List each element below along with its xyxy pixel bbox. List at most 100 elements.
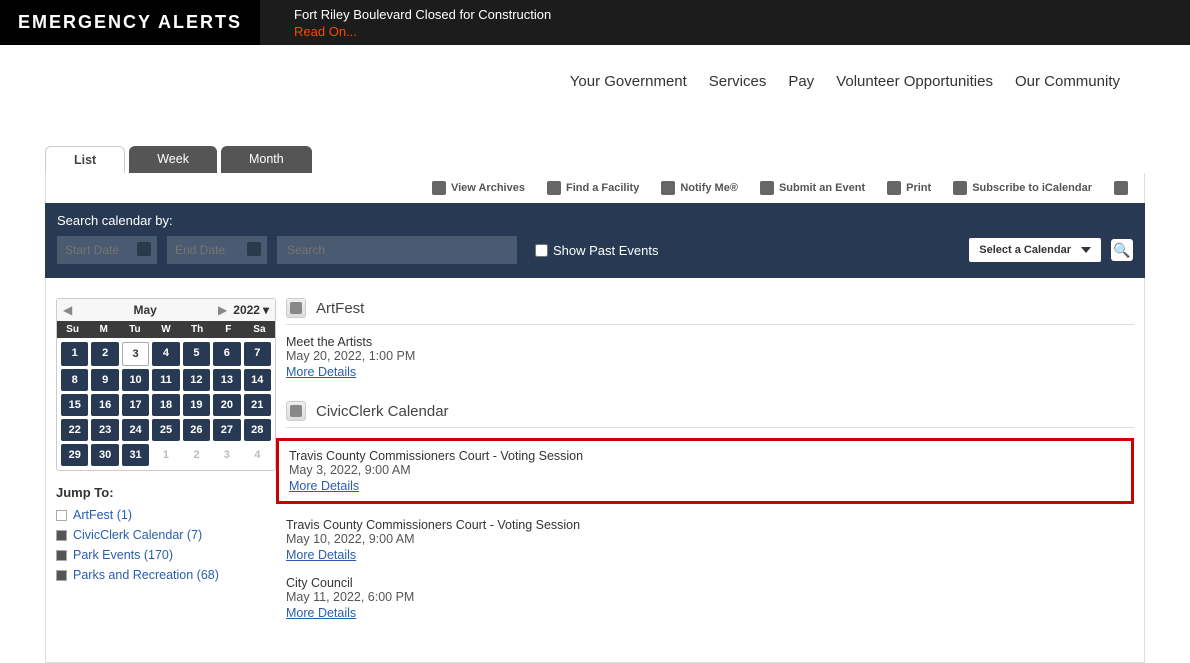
calendar-day[interactable]: 9 xyxy=(91,369,118,391)
nav-services[interactable]: Services xyxy=(709,73,767,90)
dow-cell: Su xyxy=(57,321,88,338)
calendar-day[interactable]: 31 xyxy=(122,444,149,466)
calendar-day[interactable]: 17 xyxy=(122,394,149,416)
category-title: CivicClerk Calendar xyxy=(316,403,449,420)
calendar-day[interactable]: 8 xyxy=(61,369,88,391)
prev-month-button[interactable]: ◀ xyxy=(63,303,72,317)
calendar-day[interactable]: 24 xyxy=(122,419,149,441)
jump-item-label: Parks and Recreation (68) xyxy=(73,568,219,582)
calendar-category-icon xyxy=(286,401,306,421)
show-past-events-checkbox[interactable]: Show Past Events xyxy=(535,243,659,258)
start-date-input[interactable] xyxy=(57,236,157,264)
event-title[interactable]: Travis County Commissioners Court - Voti… xyxy=(286,518,1134,532)
calendar-day[interactable]: 26 xyxy=(183,419,210,441)
search-panel: Search calendar by: Show Past Events Sel… xyxy=(45,203,1145,278)
emergency-alert-bar: EMERGENCY ALERTS Fort Riley Boulevard Cl… xyxy=(0,0,1190,45)
event-title[interactable]: Meet the Artists xyxy=(286,335,1134,349)
calendar-day-other-month: 3 xyxy=(213,444,240,466)
calendar-day[interactable]: 10 xyxy=(122,369,149,391)
event-item: City CouncilMay 11, 2022, 6:00 PM More De… xyxy=(286,576,1134,620)
calendar-day[interactable]: 28 xyxy=(244,419,271,441)
dow-cell: Th xyxy=(182,321,213,338)
calendar-day[interactable]: 23 xyxy=(91,419,118,441)
more-details-link[interactable]: More Details xyxy=(286,606,356,620)
event-title[interactable]: City Council xyxy=(286,576,1134,590)
calendar-day[interactable]: 30 xyxy=(91,444,118,466)
calendar-day[interactable]: 20 xyxy=(213,394,240,416)
nav-your-government[interactable]: Your Government xyxy=(570,73,687,90)
mini-calendar: ◀ May ▶ 2022 ▾ SuMTuWThFSa 1234567891011… xyxy=(56,298,276,471)
dow-cell: Sa xyxy=(244,321,275,338)
year-dropdown[interactable]: 2022 ▾ xyxy=(233,303,269,317)
category-title: ArtFest xyxy=(316,300,364,317)
show-past-checkbox[interactable] xyxy=(535,244,548,257)
jump-checkbox-icon xyxy=(56,530,67,541)
calendar-day[interactable]: 22 xyxy=(61,419,88,441)
select-calendar-dropdown[interactable]: Select a Calendar xyxy=(969,238,1101,262)
find-facility-link[interactable]: Find a Facility xyxy=(547,181,639,195)
calendar-day[interactable]: 11 xyxy=(152,369,179,391)
calendar-day[interactable]: 21 xyxy=(244,394,271,416)
event-datetime: May 11, 2022, 6:00 PM xyxy=(286,590,1134,604)
next-month-button[interactable]: ▶ xyxy=(218,303,227,317)
nav-pay[interactable]: Pay xyxy=(788,73,814,90)
calendar-day[interactable]: 5 xyxy=(183,342,210,366)
search-button[interactable] xyxy=(1111,239,1133,261)
dow-cell: F xyxy=(213,321,244,338)
more-details-link[interactable]: More Details xyxy=(286,365,356,379)
view-archives-link[interactable]: View Archives xyxy=(432,181,525,195)
category-block: ArtFestMeet the ArtistsMay 20, 2022, 1:0… xyxy=(286,298,1134,379)
dow-cell: W xyxy=(150,321,181,338)
jump-to-item[interactable]: CivicClerk Calendar (7) xyxy=(56,528,276,542)
mail-icon xyxy=(661,181,675,195)
calendar-day[interactable]: 18 xyxy=(152,394,179,416)
calendar-day[interactable]: 19 xyxy=(183,394,210,416)
calendar-day[interactable]: 25 xyxy=(152,419,179,441)
calendar-day[interactable]: 27 xyxy=(213,419,240,441)
printer-icon xyxy=(887,181,901,195)
notify-me-link[interactable]: Notify Me® xyxy=(661,181,738,195)
jump-checkbox-icon xyxy=(56,570,67,581)
end-date-input[interactable] xyxy=(167,236,267,264)
calendar-day[interactable]: 16 xyxy=(91,394,118,416)
alert-read-on-link[interactable]: Read On... xyxy=(294,24,551,39)
calendar-day[interactable]: 15 xyxy=(61,394,88,416)
event-item: Travis County Commissioners Court - Voti… xyxy=(286,518,1134,562)
jump-item-label: Park Events (170) xyxy=(73,548,173,562)
print-link[interactable]: Print xyxy=(887,181,931,195)
nav-volunteer[interactable]: Volunteer Opportunities xyxy=(836,73,993,90)
calendar-day[interactable]: 1 xyxy=(61,342,88,366)
tab-month[interactable]: Month xyxy=(221,146,312,173)
calendar-day[interactable]: 4 xyxy=(152,342,179,366)
jump-to-title: Jump To: xyxy=(56,485,276,500)
jump-to-section: Jump To: ArtFest (1) CivicClerk Calendar … xyxy=(56,485,276,582)
calendar-day-other-month: 2 xyxy=(183,444,210,466)
calendar-day[interactable]: 12 xyxy=(183,369,210,391)
jump-to-item[interactable]: Parks and Recreation (68) xyxy=(56,568,276,582)
alert-message-text: Fort Riley Boulevard Closed for Construc… xyxy=(294,7,551,22)
event-datetime: May 10, 2022, 9:00 AM xyxy=(286,532,1134,546)
submit-event-link[interactable]: Submit an Event xyxy=(760,181,865,195)
calendar-day[interactable]: 3 xyxy=(122,342,149,366)
jump-to-item[interactable]: Park Events (170) xyxy=(56,548,276,562)
more-details-link[interactable]: More Details xyxy=(289,479,359,493)
calendar-category-icon xyxy=(286,298,306,318)
more-details-link[interactable]: More Details xyxy=(286,548,356,562)
nav-our-community[interactable]: Our Community xyxy=(1015,73,1120,90)
subscribe-icalendar-link[interactable]: Subscribe to iCalendar xyxy=(953,181,1092,195)
tab-list[interactable]: List xyxy=(45,146,125,173)
calendar-day[interactable]: 2 xyxy=(91,342,118,366)
calendar-day[interactable]: 29 xyxy=(61,444,88,466)
event-title[interactable]: Travis County Commissioners Court - Voti… xyxy=(289,449,1121,463)
calendar-day[interactable]: 13 xyxy=(213,369,240,391)
calendar-day[interactable]: 6 xyxy=(213,342,240,366)
category-header: ArtFest xyxy=(286,298,1134,325)
rss-icon[interactable] xyxy=(1114,181,1128,195)
dow-cell: M xyxy=(88,321,119,338)
category-block: CivicClerk Calendar Travis County Commiss… xyxy=(286,401,1134,620)
jump-to-item[interactable]: ArtFest (1) xyxy=(56,508,276,522)
calendar-day[interactable]: 7 xyxy=(244,342,271,366)
tab-week[interactable]: Week xyxy=(129,146,217,173)
search-input[interactable] xyxy=(277,236,517,264)
calendar-day[interactable]: 14 xyxy=(244,369,271,391)
